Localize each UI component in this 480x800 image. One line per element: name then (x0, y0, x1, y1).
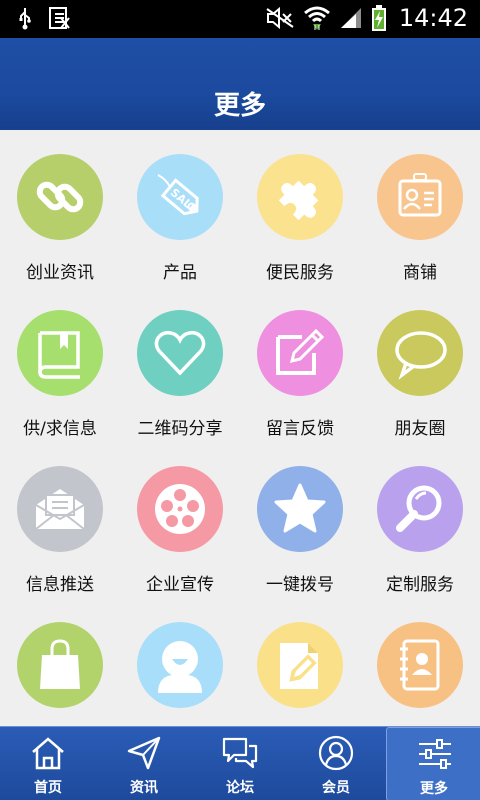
status-bar: 14:42 (0, 0, 480, 38)
nav-more[interactable]: 更多 (386, 727, 480, 800)
puzzle-icon (278, 180, 319, 221)
magnifier-icon (396, 485, 442, 532)
grid-item-pengyouquan[interactable]: 朋友圈 (360, 286, 480, 442)
nav-member[interactable]: 会员 (288, 727, 384, 800)
nav-label: 首页 (34, 780, 62, 796)
film-reel-icon (155, 484, 205, 534)
grid-item-label: 二维码分享 (137, 419, 223, 439)
sliders-icon (419, 739, 451, 769)
grid-item-label: 朋友圈 (394, 419, 446, 439)
grid-item-circle (137, 622, 223, 708)
grid-item-label: 留言反馈 (266, 419, 334, 439)
usb-icon (19, 8, 31, 30)
grid-item-dingzhifuwu[interactable]: 定制服务 (360, 442, 480, 598)
nav-news[interactable]: 资讯 (96, 727, 192, 800)
mute-icon (266, 6, 294, 30)
battery-charging-icon (371, 5, 386, 31)
home-icon (32, 737, 64, 770)
grid-item-contacts[interactable] (360, 598, 480, 726)
grid-item-erweima[interactable]: 二维码分享 (120, 286, 240, 442)
heart-icon (154, 330, 206, 376)
grid-item-label: 产品 (163, 263, 197, 283)
nav-label: 资讯 (130, 780, 158, 796)
sale-tag-icon: SALE (157, 174, 200, 216)
book-icon (38, 331, 80, 379)
grid-item-circle (17, 310, 103, 396)
signal-icon (340, 8, 361, 28)
nav-home[interactable]: 首页 (0, 727, 96, 800)
grid-item-circle (377, 622, 463, 708)
nav-forum[interactable]: 论坛 (192, 727, 288, 800)
grid-item-gongqiu[interactable]: 供/求信息 (0, 286, 120, 442)
grid-item-circle (257, 154, 343, 240)
grid-item-label: 便民服务 (266, 263, 334, 283)
page-title: 更多 (213, 91, 266, 121)
grid-item-label: 企业宣传 (146, 575, 214, 595)
grid-item-yijianbohao[interactable]: 一键拨号 (240, 442, 360, 598)
grid-item-circle (257, 622, 343, 708)
notification-icon (49, 7, 70, 29)
grid-item-label: 一键拨号 (266, 575, 334, 595)
grid-item-label: 定制服务 (386, 575, 454, 595)
grid-item-circle (377, 466, 463, 552)
speech-bubble-icon (395, 331, 447, 380)
grid-item-circle (257, 466, 343, 552)
grid-item-circle (377, 310, 463, 396)
nav-label: 会员 (322, 780, 350, 796)
grid-item-label: 信息推送 (26, 575, 94, 595)
grid-item-shopping[interactable] (0, 598, 120, 726)
shopping-bag-icon (40, 639, 80, 689)
id-card-icon (398, 173, 442, 217)
grid-item-shangpu[interactable]: 商铺 (360, 130, 480, 286)
grid-item-chuangye[interactable]: 创业资讯 (0, 130, 120, 286)
send-icon (127, 736, 161, 770)
chat-bubbles-icon (222, 737, 258, 769)
link-icon (36, 181, 84, 213)
wifi-icon (303, 6, 330, 30)
feature-grid: 创业资讯 SALE 产品 便民服务 商铺 供/求信息 二维码分享 留言反馈 朋友… (0, 130, 480, 726)
grid-item-document[interactable] (240, 598, 360, 726)
user-smile-icon (158, 641, 202, 693)
grid-item-circle: SALE (137, 154, 223, 240)
grid-item-circle (257, 310, 343, 396)
status-time: 14:42 (398, 4, 468, 32)
grid-item-circle (137, 310, 223, 396)
nav-label: 论坛 (226, 780, 254, 796)
nav-label: 更多 (420, 781, 448, 797)
user-circle-icon (318, 735, 354, 771)
star-icon (274, 483, 326, 533)
grid-item-circle (377, 154, 463, 240)
header-bar: 更多 (0, 38, 480, 130)
grid-item-qiyexuanchuan[interactable]: 企业宣传 (120, 442, 240, 598)
bottom-nav: 首页 资讯 论坛 会员 更多 (0, 726, 480, 800)
grid-item-circle (137, 466, 223, 552)
grid-item-label: 供/求信息 (23, 419, 97, 439)
grid-item-bianmin[interactable]: 便民服务 (240, 130, 360, 286)
grid-item-circle (17, 622, 103, 708)
grid-item-xinxituisong[interactable]: 信息推送 (0, 442, 120, 598)
document-pencil-icon (280, 643, 318, 689)
grid-item-circle (17, 466, 103, 552)
envelope-icon (35, 489, 85, 530)
contact-book-icon (400, 639, 440, 691)
edit-icon (276, 328, 325, 375)
grid-item-circle (17, 154, 103, 240)
grid-item-user[interactable] (120, 598, 240, 726)
grid-item-chanpin[interactable]: SALE 产品 (120, 130, 240, 286)
grid-item-label: 创业资讯 (26, 263, 94, 283)
grid-item-label: 商铺 (403, 263, 437, 283)
grid-item-liuyan[interactable]: 留言反馈 (240, 286, 360, 442)
